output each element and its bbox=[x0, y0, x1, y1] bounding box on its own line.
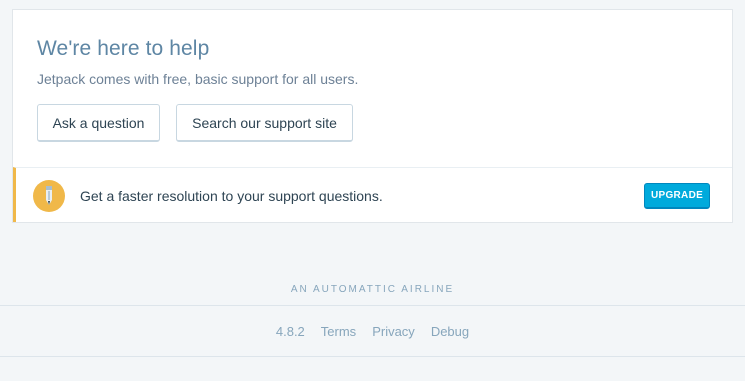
support-title: We're here to help bbox=[37, 37, 210, 60]
support-description: Jetpack comes with free, basic support f… bbox=[37, 71, 359, 87]
privacy-link[interactable]: Privacy bbox=[372, 324, 415, 339]
upgrade-nudge: Get a faster resolution to your support … bbox=[13, 167, 732, 222]
footer-links: 4.8.2 Terms Privacy Debug bbox=[0, 324, 745, 339]
terms-link[interactable]: Terms bbox=[321, 324, 356, 339]
pencil-icon bbox=[33, 180, 65, 212]
footer-divider-top bbox=[0, 305, 745, 306]
version-label: 4.8.2 bbox=[275, 324, 305, 339]
support-card: We're here to help Jetpack comes with fr… bbox=[12, 9, 733, 223]
nudge-text: Get a faster resolution to your support … bbox=[80, 188, 383, 204]
ask-question-button[interactable]: Ask a question bbox=[37, 104, 160, 142]
footer-brand: AN AUTOMATTIC AIRLINE bbox=[290, 284, 455, 295]
debug-link[interactable]: Debug bbox=[431, 324, 469, 339]
upgrade-button[interactable]: UPGRADE bbox=[644, 183, 710, 209]
footer-divider-bottom bbox=[0, 356, 745, 357]
search-support-button[interactable]: Search our support site bbox=[176, 104, 353, 142]
